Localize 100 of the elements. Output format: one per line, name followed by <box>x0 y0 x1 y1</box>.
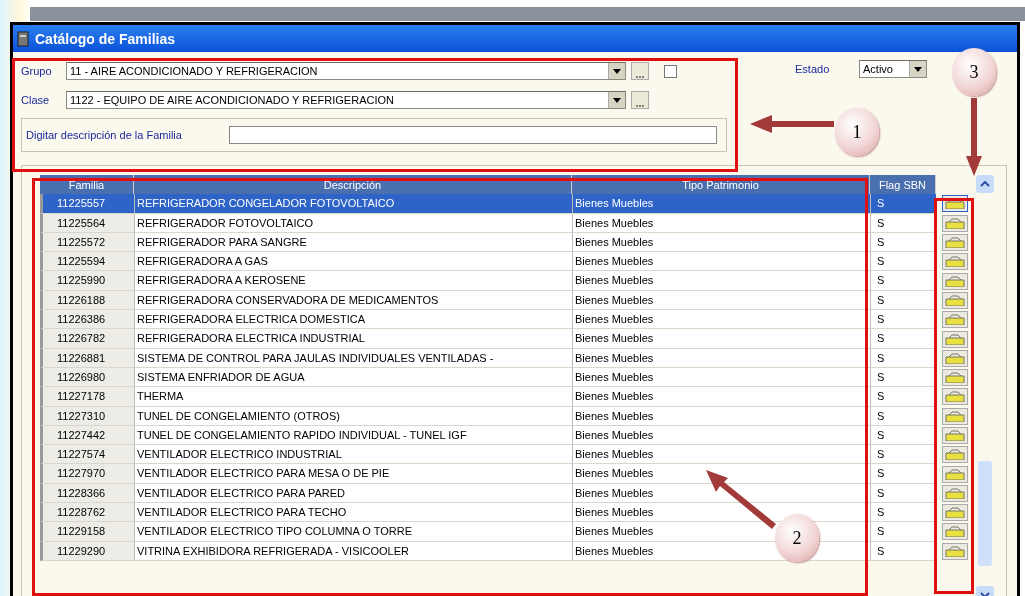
tray-icon[interactable] <box>942 369 968 387</box>
dropdown-field[interactable]: 1122 - EQUIPO DE AIRE ACONDICIONADO Y REFRIGERACION <box>66 91 626 109</box>
table-cell: REFRIGERADOR CONGELADOR FOTOVOLTAICO <box>134 194 572 214</box>
table-cell: Bienes Muebles <box>572 503 870 523</box>
table-cell: 11226980 <box>40 367 134 388</box>
dropdown-field[interactable]: 11 - AIRE ACONDICIONADO Y REFRIGERACION <box>66 62 626 80</box>
table-cell: S <box>870 464 936 484</box>
table-cell: Bienes Muebles <box>572 464 870 484</box>
arrow-icon <box>750 113 834 135</box>
table-cell: S <box>870 503 936 523</box>
chevron-up-icon <box>980 181 990 187</box>
table-cell: 11228762 <box>40 503 134 523</box>
table-cell: 11227970 <box>40 464 134 484</box>
table-cell: REFRIGERADOR FOTOVOLTAICO <box>134 213 572 233</box>
arrow-icon <box>966 98 982 176</box>
table-cell: 11225557 <box>40 194 134 214</box>
tray-icon[interactable] <box>942 330 968 348</box>
tray-icon[interactable] <box>942 234 968 252</box>
table-cell: 11225990 <box>40 271 134 291</box>
table-cell: S <box>870 445 936 465</box>
table-cell: REFRIGERADORA CONSERVADORA DE MEDICAMENTOS <box>134 290 572 311</box>
input-field[interactable] <box>229 126 717 144</box>
tray-icon[interactable] <box>942 465 968 483</box>
column-header[interactable]: Flag SBN <box>870 175 936 197</box>
table-cell: S <box>870 387 936 407</box>
table-cell: VENTILADOR ELECTRICO TIPO COLUMNA O TORRE <box>134 522 572 542</box>
tray-icon[interactable] <box>942 349 968 367</box>
tray-icon[interactable] <box>942 484 968 502</box>
tray-icon[interactable] <box>942 253 968 271</box>
table-cell: S <box>870 310 936 330</box>
app-icon <box>17 30 29 47</box>
window-title: Catálogo de Familias <box>35 30 176 47</box>
tray-icon[interactable] <box>942 214 968 232</box>
field-label: Grupo <box>21 65 53 77</box>
tray-icon[interactable] <box>942 523 968 541</box>
dots-icon <box>635 75 645 79</box>
tray-icon[interactable] <box>942 427 968 444</box>
table-cell: S <box>870 194 936 214</box>
arrow-icon <box>706 470 776 530</box>
caret-icon <box>613 97 621 103</box>
tray-icon[interactable] <box>942 272 968 290</box>
table-cell: 11229158 <box>40 522 134 542</box>
field-label: Estado <box>795 63 831 75</box>
table-cell: Bienes Muebles <box>572 252 870 272</box>
table-cell: Bienes Muebles <box>572 310 870 330</box>
tray-icon[interactable] <box>942 388 968 406</box>
dropdown-field[interactable]: Activo <box>859 60 927 78</box>
tray-icon[interactable] <box>942 446 968 464</box>
table-cell: 11228366 <box>40 483 134 504</box>
table-cell: REFRIGERADORA A KEROSENE <box>134 271 572 291</box>
table-cell: REFRIGERADORA ELECTRICA INDUSTRIAL <box>134 329 572 349</box>
table-cell: TUNEL DE CONGELAMIENTO RAPIDO INDIVIDUAL - TUNEL IGF <box>134 425 572 446</box>
table-cell: SISTEMA ENFRIADOR DE AGUA <box>134 367 572 388</box>
dots-icon <box>635 104 645 108</box>
table-cell: VENTILADOR ELECTRICO PARA PARED <box>134 483 572 504</box>
table-cell: S <box>870 252 936 272</box>
scroll-up-button[interactable] <box>976 175 994 193</box>
table-cell: 11225572 <box>40 232 134 253</box>
tray-icon[interactable] <box>942 407 968 425</box>
table-cell: VENTILADOR ELECTRICO INDUSTRIAL <box>134 445 572 465</box>
tray-icon[interactable] <box>942 504 968 522</box>
table-cell: 11227310 <box>40 406 134 426</box>
table-cell: VENTILADOR ELECTRICO PARA MESA O DE PIE <box>134 464 572 484</box>
tray-icon[interactable] <box>942 542 968 560</box>
table-cell: Bienes Muebles <box>572 445 870 465</box>
table-cell: S <box>870 271 936 291</box>
table-cell: S <box>870 522 936 542</box>
scroll-thumb[interactable] <box>978 461 992 566</box>
table-cell: Bienes Muebles <box>572 387 870 407</box>
field-label: Clase <box>21 94 51 106</box>
tray-icon[interactable] <box>942 311 968 329</box>
tray-icon[interactable] <box>942 291 968 309</box>
table-cell: SISTEMA DE CONTROL PARA JAULAS INDIVIDUALES VENTILADAS - <box>134 348 572 368</box>
table-cell: Bienes Muebles <box>572 194 870 214</box>
table-cell: REFRIGERADOR PARA SANGRE <box>134 232 572 253</box>
checkbox[interactable] <box>664 64 677 78</box>
table-cell: VENTILADOR ELECTRICO PARA TECHO <box>134 503 572 523</box>
browse-button[interactable] <box>631 62 649 80</box>
field-label: Digitar descripción de la Familia <box>26 129 183 141</box>
table-cell: 11227178 <box>40 387 134 407</box>
table-cell: Bienes Muebles <box>572 329 870 349</box>
table-cell: 11225564 <box>40 213 134 233</box>
table-cell: 11226881 <box>40 348 134 368</box>
table-cell: REFRIGERADORA A GAS <box>134 252 572 272</box>
table-cell: 11226782 <box>40 329 134 349</box>
table-cell: 11229290 <box>40 541 134 561</box>
table-cell: THERMA <box>134 387 572 407</box>
table-cell: S <box>870 329 936 349</box>
table-cell: 11227574 <box>40 445 134 465</box>
table-cell: REFRIGERADORA ELECTRICA DOMESTICA <box>134 310 572 330</box>
table-cell: 11227442 <box>40 425 134 446</box>
table-cell: 11226386 <box>40 310 134 330</box>
table-cell: TUNEL DE CONGELAMIENTO (OTROS) <box>134 406 572 426</box>
table-cell: Bienes Muebles <box>572 271 870 291</box>
caret-icon <box>613 68 621 74</box>
caret-icon <box>914 66 922 72</box>
table-cell: 11226188 <box>40 290 134 311</box>
table-cell: 11225594 <box>40 252 134 272</box>
browse-button[interactable] <box>631 91 649 109</box>
table-cell: VITRINA EXHIBIDORA REFRIGERADA - VISICOOLER <box>134 541 572 561</box>
